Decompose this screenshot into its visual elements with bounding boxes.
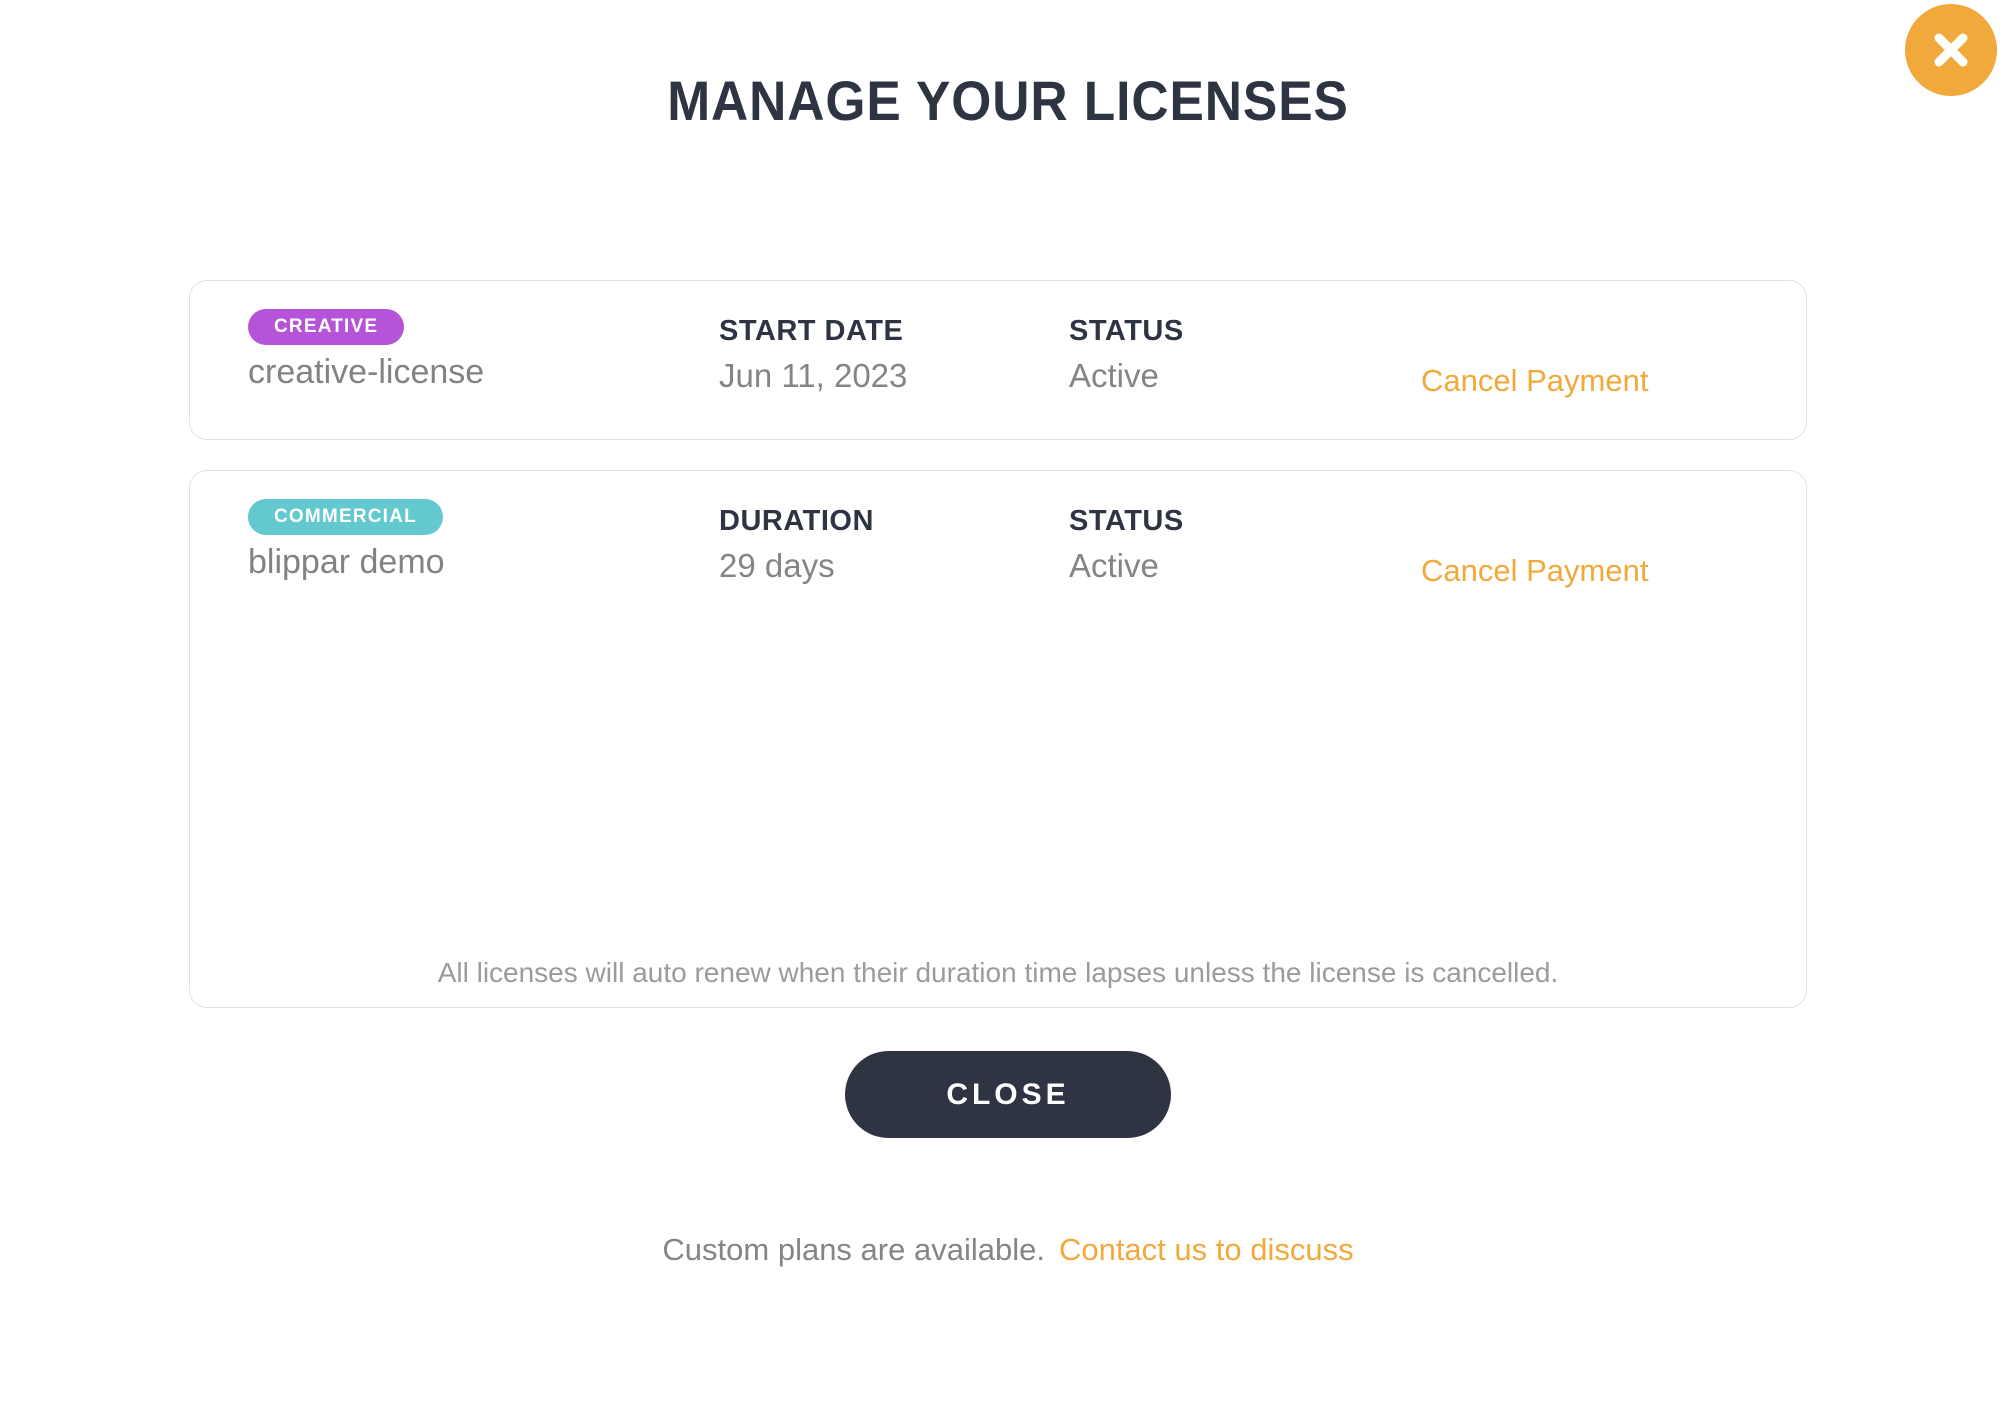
start-date-value: Jun 11, 2023 — [719, 357, 907, 395]
license-card-creative: CREATIVE creative-license START DATE Jun… — [189, 280, 1807, 440]
status-value: Active — [1069, 547, 1159, 585]
duration-label: DURATION — [719, 505, 874, 538]
license-type-badge: COMMERCIAL — [248, 499, 443, 535]
close-icon — [1931, 30, 1971, 70]
status-value: Active — [1069, 357, 1159, 395]
license-type-badge: CREATIVE — [248, 309, 404, 345]
auto-renew-note: All licenses will auto renew when their … — [190, 957, 1806, 989]
license-name: creative-license — [248, 353, 484, 392]
status-label: STATUS — [1069, 505, 1184, 538]
custom-plans-text: Custom plans are available. — [662, 1232, 1045, 1267]
license-card-commercial: COMMERCIAL blippar demo DURATION 29 days… — [189, 470, 1807, 1008]
footer-line: Custom plans are available. Contact us to… — [0, 1232, 2016, 1268]
cancel-payment-link[interactable]: Cancel Payment — [1421, 553, 1648, 589]
license-name: blippar demo — [248, 543, 445, 582]
start-date-label: START DATE — [719, 315, 903, 348]
status-label: STATUS — [1069, 315, 1184, 348]
contact-us-link[interactable]: Contact us to discuss — [1059, 1232, 1354, 1267]
duration-value: 29 days — [719, 547, 835, 585]
page-title: MANAGE YOUR LICENSES — [81, 68, 1936, 133]
close-modal-button[interactable]: CLOSE — [845, 1051, 1171, 1138]
manage-licenses-modal: MANAGE YOUR LICENSES CREATIVE creative-l… — [0, 0, 2016, 1410]
cancel-payment-link[interactable]: Cancel Payment — [1421, 363, 1648, 399]
